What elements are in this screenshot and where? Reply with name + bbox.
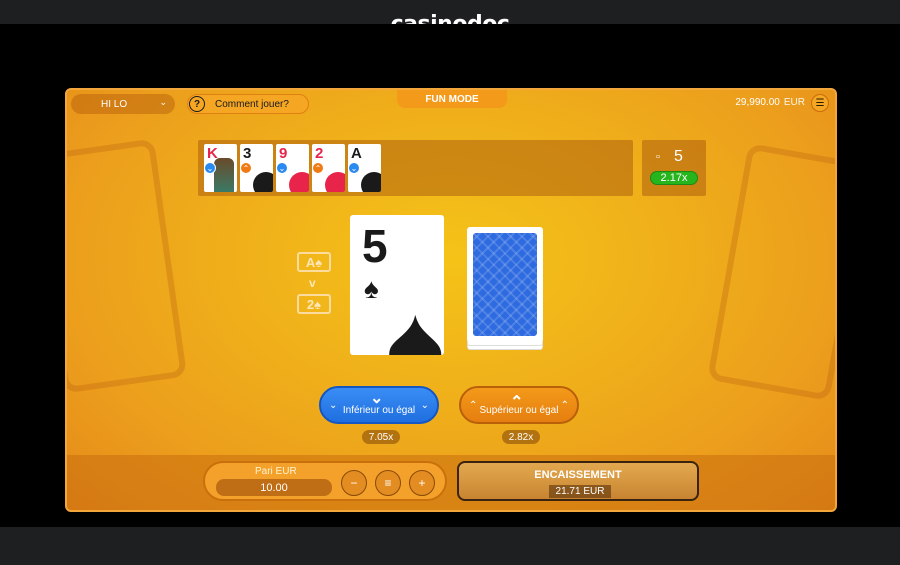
higher-odds: 2.82x [502,430,540,444]
help-icon: ? [189,96,205,112]
chevron-up-icon: ⌃ [510,394,524,411]
history-card-rank: 2 [315,145,324,162]
cashout-label: ENCAISSEMENT [534,469,622,481]
current-card-rank: 5 [362,220,388,272]
card-count-icon: ▫ [656,151,660,163]
balance-display: 29,990.00 EUR [735,97,805,108]
arrow-down-badge-icon: ⌄ [204,162,216,174]
spade-suit-icon [361,172,381,192]
heart-suit-icon [289,172,309,192]
history-card: 9 ⌄ [276,144,309,192]
arrow-up-badge-icon: ⌃ [312,162,324,174]
bet-controls: Pari EUR 10.00 − ≡ + ENCAISSEMENT 21.71 … [67,455,835,510]
range-indicator: A♠ v 2♠ [297,252,331,318]
double-chevron-up-icon: ⌃ [469,400,478,411]
bg-card-right [707,143,835,401]
balance-value: 29,990.00 [735,97,780,108]
card-deck [467,227,543,350]
spade-small-icon: ♠ [364,273,379,304]
double-chevron-down-icon: ⌄ [329,400,338,411]
history-card: A ⌄ [348,144,381,192]
double-chevron-up-icon: ⌃ [560,400,569,411]
cashout-button[interactable]: ENCAISSEMENT 21.71 EUR [457,461,699,501]
balance-currency: EUR [783,97,805,108]
king-figure-icon [214,158,234,192]
bet-label: Pari EUR [255,466,297,477]
history-card: K ⌄ [204,144,237,192]
card-history: K ⌄ 3 ⌃ 9 ⌄ 2 ⌃ A ⌄ [198,140,633,196]
range-bottom: 2♠ [297,294,331,314]
fun-mode-badge: FUN MODE [397,90,507,108]
arrow-down-badge-icon: ⌄ [276,162,288,174]
higher-or-equal-button[interactable]: ⌃ ⌃ ⌃ Supérieur ou égal [459,386,579,424]
game-header: HI LO ⌄ ? Comment jouer? FUN MODE 29,990… [67,90,835,116]
spade-suit-icon [253,172,273,192]
history-card: 2 ⌃ [312,144,345,192]
bg-card-left [67,138,188,394]
heart-suit-icon [325,172,345,192]
cashout-amount: 21.71 EUR [549,485,611,498]
spade-large-icon: ♠ [386,282,444,356]
lower-or-equal-button[interactable]: ⌄ ⌄ ⌄ Inférieur ou égal [319,386,439,424]
history-card-rank: 9 [279,145,288,162]
current-multiplier: 2.17x [650,171,698,185]
decrease-bet-button[interactable]: − [341,470,367,496]
card-counter: ▫ 5 2.17x [642,140,706,196]
card-count-value: 5 [674,148,683,165]
history-card-rank: 3 [243,145,252,162]
history-card-rank: A [351,145,362,162]
how-to-play-button[interactable]: ? Comment jouer? [187,94,309,114]
menu-button[interactable]: ☰ [811,94,829,112]
history-card: 3 ⌃ [240,144,273,192]
hilo-game: HI LO ⌄ ? Comment jouer? FUN MODE 29,990… [65,88,837,512]
game-select-dropdown[interactable]: HI LO ⌄ [71,94,175,114]
current-card: 5 ♠ ♠ [350,215,444,355]
hamburger-icon: ☰ [815,97,825,109]
double-chevron-down-icon: ⌄ [420,400,429,411]
game-stage: HI LO ⌄ ? Comment jouer? FUN MODE 29,990… [0,24,900,527]
how-to-play-label: Comment jouer? [215,98,289,110]
bet-amount-input[interactable]: 10.00 [216,479,332,496]
bet-panel: Pari EUR 10.00 − ≡ + [203,461,447,501]
card-back [467,227,543,342]
increase-bet-button[interactable]: + [409,470,435,496]
arrow-down-badge-icon: ⌄ [348,162,360,174]
lower-odds: 7.05x [362,430,400,444]
game-select-label: HI LO [101,98,128,110]
range-separator: v [309,276,316,290]
range-top: A♠ [297,252,331,272]
chevron-down-icon: ⌄ [370,390,384,407]
arrow-up-badge-icon: ⌃ [240,162,252,174]
chevron-down-icon: ⌄ [159,97,167,107]
chip-stack-button[interactable]: ≡ [375,470,401,496]
